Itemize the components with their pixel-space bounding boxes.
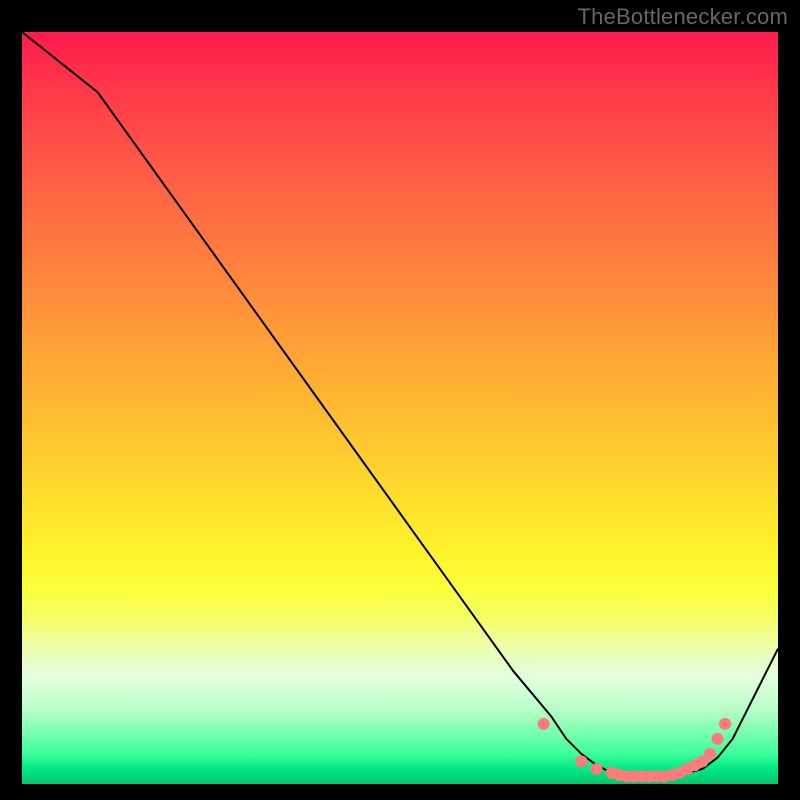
curve-marker <box>711 733 723 745</box>
chart-frame: TheBottlenecker.com <box>0 0 800 800</box>
curve-path <box>22 32 778 776</box>
curve-marker <box>704 748 716 760</box>
bottleneck-curve <box>22 32 778 784</box>
curve-marker <box>575 755 587 767</box>
curve-marker <box>538 718 550 730</box>
marker-group <box>538 718 732 783</box>
curve-marker <box>719 718 731 730</box>
curve-marker <box>591 763 603 775</box>
plot-area <box>22 32 778 784</box>
attribution-label: TheBottlenecker.com <box>578 4 788 30</box>
